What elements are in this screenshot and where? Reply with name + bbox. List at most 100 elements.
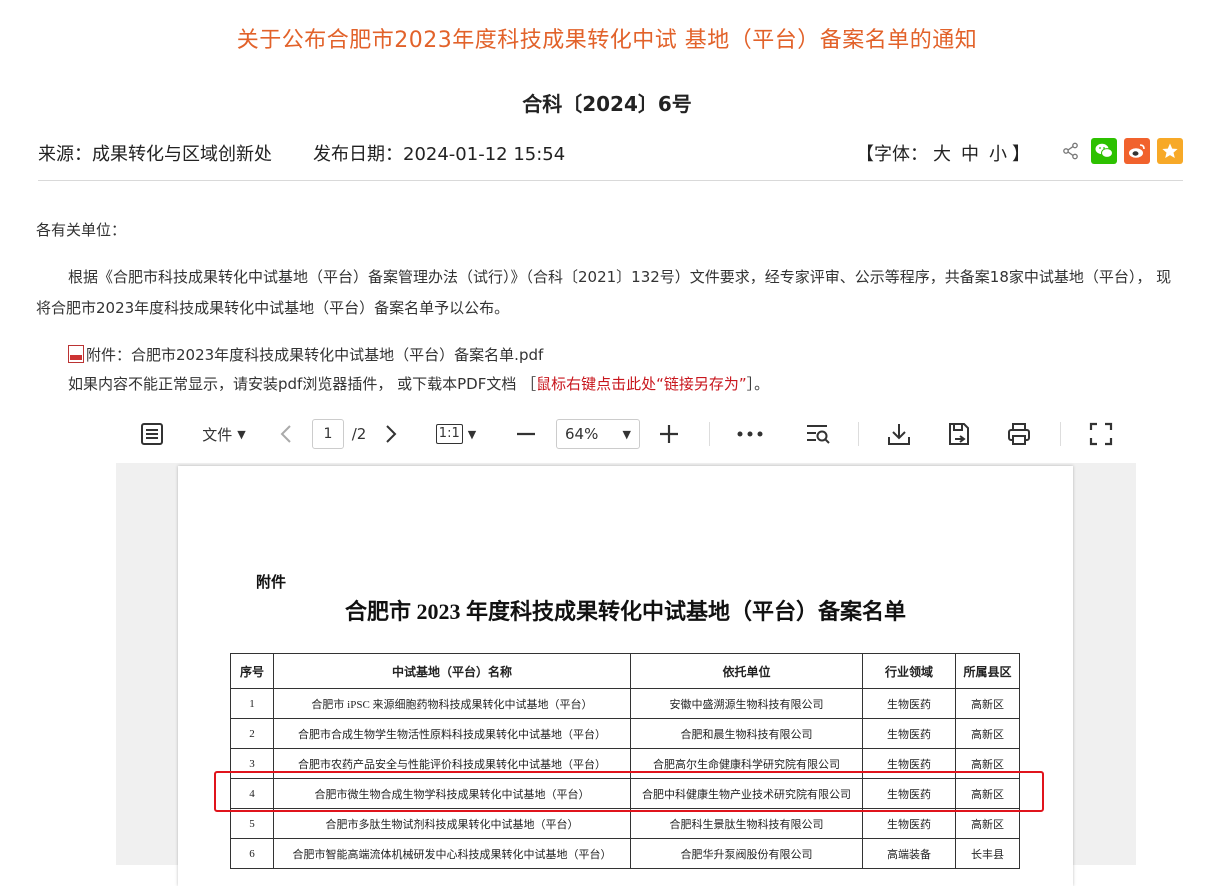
- zoom-in-button[interactable]: [657, 413, 681, 455]
- total-pages: /2: [351, 425, 367, 443]
- chevron-down-icon: ▼: [237, 427, 246, 441]
- table-cell: 合肥和晨生物科技有限公司: [630, 718, 863, 749]
- table-cell: 生物医药: [862, 778, 956, 809]
- hint-suffix: ］。: [746, 375, 770, 393]
- fullscreen-icon[interactable]: [1087, 413, 1115, 455]
- notice-paragraph: 根据《合肥市科技成果转化中试基地（平台）备案管理办法（试行）》（合科〔2021〕…: [36, 268, 1172, 317]
- weibo-icon[interactable]: [1124, 138, 1150, 164]
- attachment-link[interactable]: 附件：合肥市2023年度科技成果转化中试基地（平台）备案名单.pdf: [86, 346, 543, 364]
- table-cell: 生物医药: [862, 748, 956, 779]
- wechat-icon[interactable]: [1091, 138, 1117, 164]
- table-cell: 合肥中科健康生物产业技术研究院有限公司: [630, 778, 863, 809]
- table-cell: 合肥科生景肽生物科技有限公司: [630, 808, 863, 839]
- article-meta: 来源：成果转化与区域创新处 发布日期：2024-01-12 15:54 【字体：…: [38, 138, 1183, 181]
- font-size-prefix: 【字体：: [856, 144, 928, 165]
- document-number: 合科〔2024〕6号: [522, 92, 692, 116]
- article-title: 关于公布合肥市2023年度科技成果转化中试 基地（平台）备案名单的通知: [236, 28, 978, 53]
- more-options-icon[interactable]: [736, 413, 764, 455]
- table-row: 2 合肥市合成生物学生物活性原料科技成果转化中试基地（平台） 合肥和晨生物科技有限公…: [230, 718, 1020, 749]
- table-cell: 高新区: [955, 748, 1020, 779]
- table-cell: 合肥市农药产品安全与性能评价科技成果转化中试基地（平台）: [273, 748, 631, 779]
- table-cell: 高新区: [955, 808, 1020, 839]
- table-row: 1 合肥市 iPSC 来源细胞药物科技成果转化中试基地（平台） 安徽中盛溯源生物科技…: [230, 688, 1020, 719]
- table-cell: 安徽中盛溯源生物科技有限公司: [630, 688, 863, 719]
- save-icon[interactable]: [945, 413, 973, 455]
- page-number-input[interactable]: 1: [311, 413, 345, 455]
- toolbar-divider: [858, 422, 859, 446]
- toolbar-divider: [1060, 422, 1061, 446]
- font-size-large-link[interactable]: 大: [933, 144, 951, 165]
- next-page-button[interactable]: [379, 413, 403, 455]
- file-menu-label: 文件: [202, 425, 233, 444]
- share-icon[interactable]: [1058, 138, 1084, 164]
- column-header: 中试基地（平台）名称: [273, 653, 631, 689]
- table-cell: 高新区: [955, 718, 1020, 749]
- table-cell: 高新区: [955, 778, 1020, 809]
- table-cell: 3: [230, 748, 274, 779]
- find-in-document-icon[interactable]: [804, 413, 832, 455]
- table-cell: 合肥市智能高端流体机械研发中心科技成果转化中试基地（平台）: [273, 838, 631, 869]
- table-cell: 生物医药: [862, 808, 956, 839]
- table-cell: 高新区: [955, 688, 1020, 719]
- zoom-out-button[interactable]: [514, 413, 538, 455]
- pdf-page: 附件 合肥市 2023 年度科技成果转化中试基地（平台）备案名单 序号 中试基地…: [178, 466, 1073, 886]
- table-row: 5 合肥市多肽生物试剂科技成果转化中试基地（平台） 合肥科生景肽生物科技有限公司 生物…: [230, 808, 1020, 839]
- table-cell: 6: [230, 838, 274, 869]
- table-cell: 生物医药: [862, 718, 956, 749]
- zoom-value: 64%: [565, 425, 599, 443]
- download-icon[interactable]: [885, 413, 913, 455]
- table-cell: 合肥市微生物合成生物学科技成果转化中试基地（平台）: [273, 778, 631, 809]
- column-header: 所属县区: [955, 653, 1020, 689]
- greeting-text: 各有关单位：: [36, 221, 127, 239]
- table-cell: 生物医药: [862, 688, 956, 719]
- table-cell: 4: [230, 778, 274, 809]
- table-cell: 1: [230, 688, 274, 719]
- chevron-down-icon: ▼: [467, 427, 477, 441]
- column-header: 依托单位: [630, 653, 863, 689]
- sidebar-toggle-icon[interactable]: [136, 413, 168, 455]
- font-size-small-link[interactable]: 小: [989, 144, 1007, 165]
- table-cell: 合肥华升泵阀股份有限公司: [630, 838, 863, 869]
- share-bar: [1058, 138, 1183, 164]
- zoom-select[interactable]: 64% ▼: [556, 413, 640, 455]
- table-cell: 高端装备: [862, 838, 956, 869]
- table-header-row: 序号 中试基地（平台）名称 依托单位 行业领域 所属县区: [230, 653, 1020, 689]
- previous-page-button[interactable]: [274, 413, 298, 455]
- table-row: 3 合肥市农药产品安全与性能评价科技成果转化中试基地（平台） 合肥高尔生命健康科学研…: [230, 748, 1020, 779]
- pdf-attachment-label: 附件: [256, 573, 287, 591]
- hint-prefix: 如果内容不能正常显示，请安装pdf浏览器插件， 或下载本PDF文档 ［: [68, 375, 537, 393]
- font-size-selector: 【字体：大中小】: [856, 140, 1030, 166]
- filing-list-table: 序号 中试基地（平台）名称 依托单位 行业领域 所属县区 1 合肥市 iPSC 来…: [230, 653, 1020, 869]
- toolbar-divider: [709, 422, 710, 446]
- print-icon[interactable]: [1005, 413, 1033, 455]
- fit-mode-label: 1:1: [435, 424, 463, 444]
- table-cell: 2: [230, 718, 274, 749]
- pdf-file-icon: [68, 345, 84, 363]
- article-source: 来源：成果转化与区域创新处: [38, 144, 272, 165]
- file-menu-button[interactable]: 文件 ▼: [196, 413, 252, 455]
- favorite-icon[interactable]: [1157, 138, 1183, 164]
- font-size-medium-link[interactable]: 中: [961, 144, 979, 165]
- table-row: 4 合肥市微生物合成生物学科技成果转化中试基地（平台） 合肥中科健康生物产业技术研究…: [230, 778, 1020, 809]
- attachment-section: 附件：合肥市2023年度科技成果转化中试基地（平台）备案名单.pdf 如果内容不…: [68, 341, 1214, 399]
- pdf-viewer-toolbar: 文件 ▼ 1 /2 1:1 ▼ 64% ▼: [116, 413, 1136, 455]
- font-size-suffix: 】: [1012, 144, 1030, 165]
- column-header: 行业领域: [862, 653, 956, 689]
- table-cell: 合肥市合成生物学生物活性原料科技成果转化中试基地（平台）: [273, 718, 631, 749]
- fit-mode-button[interactable]: 1:1 ▼: [431, 413, 481, 455]
- table-row: 6 合肥市智能高端流体机械研发中心科技成果转化中试基地（平台） 合肥华升泵阀股份有限…: [230, 838, 1020, 869]
- table-cell: 长丰县: [955, 838, 1020, 869]
- table-cell: 合肥高尔生命健康科学研究院有限公司: [630, 748, 863, 779]
- current-page-value: 1: [312, 419, 344, 449]
- pdf-viewer[interactable]: 附件 合肥市 2023 年度科技成果转化中试基地（平台）备案名单 序号 中试基地…: [116, 463, 1136, 886]
- chevron-down-icon: ▼: [622, 427, 631, 441]
- publish-date: 发布日期：2024-01-12 15:54: [313, 144, 566, 165]
- table-cell: 合肥市多肽生物试剂科技成果转化中试基地（平台）: [273, 808, 631, 839]
- attachment-row: 附件：合肥市2023年度科技成果转化中试基地（平台）备案名单.pdf: [68, 341, 1214, 370]
- pdf-title: 合肥市 2023 年度科技成果转化中试基地（平台）备案名单: [344, 599, 906, 624]
- column-header: 序号: [230, 653, 274, 689]
- download-hint: 如果内容不能正常显示，请安装pdf浏览器插件， 或下载本PDF文档 ［鼠标右键点…: [68, 370, 1214, 399]
- table-cell: 合肥市 iPSC 来源细胞药物科技成果转化中试基地（平台）: [273, 688, 631, 719]
- save-link-hint[interactable]: 鼠标右键点击此处“链接另存为”: [536, 375, 747, 393]
- table-cell: 5: [230, 808, 274, 839]
